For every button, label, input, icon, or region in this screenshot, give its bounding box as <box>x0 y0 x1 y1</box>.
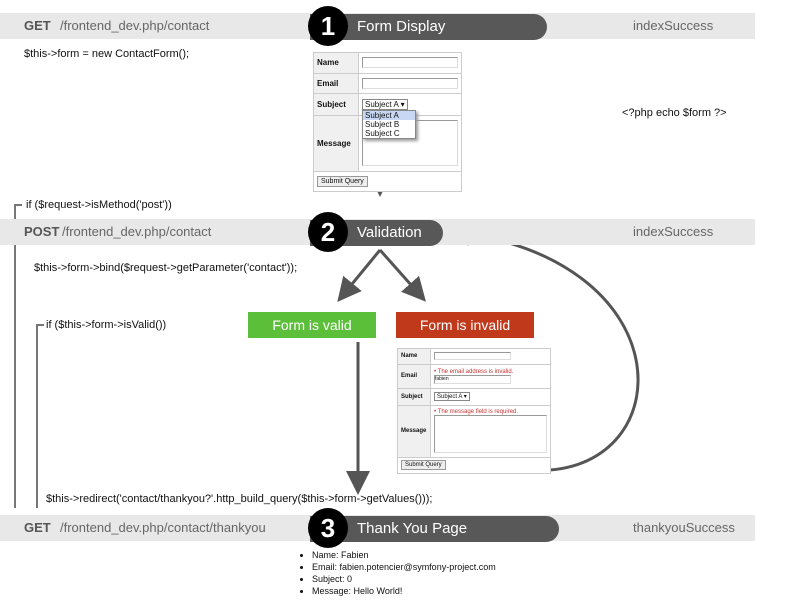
list-item: Email: fabien.potencier@symfony-project.… <box>312 561 496 573</box>
step-number: 3 <box>308 508 348 548</box>
message-label: Message <box>398 405 431 458</box>
step-3-pill: 3 Thank You Page <box>308 508 559 548</box>
step-1-pill: 1 Form Display <box>308 6 547 46</box>
code-new-form: $this->form = new ContactForm(); <box>24 48 190 60</box>
code-is-valid: if ($this->form->isValid()) <box>46 319 167 331</box>
subject-option[interactable]: Subject A <box>363 110 415 120</box>
http-method: GET <box>24 520 51 535</box>
contact-form-display: Name Email Subject Subject A ▾ Subject A … <box>313 52 462 192</box>
form-invalid-box: Form is invalid <box>396 312 534 338</box>
name-label: Name <box>314 53 359 74</box>
email-input[interactable]: fabien <box>434 374 511 384</box>
code-echo-form: <?php echo $form ?> <box>622 107 727 119</box>
url: /frontend_dev.php/contact <box>60 18 210 33</box>
email-error: The email address is invalid. <box>437 368 514 375</box>
email-input[interactable] <box>362 77 458 89</box>
code-is-post: if ($request->isMethod('post')) <box>26 199 172 211</box>
subject-value: Subject A <box>437 394 463 400</box>
submit-button[interactable]: Submit Query <box>401 460 446 471</box>
name-input[interactable] <box>434 352 511 361</box>
step-number: 2 <box>308 212 348 252</box>
email-label: Email <box>398 364 431 389</box>
subject-label: Subject <box>398 388 431 406</box>
thankyou-values-list: Name: Fabien Email: fabien.potencier@sym… <box>296 549 496 597</box>
code-redirect: $this->redirect('contact/thankyou?'.http… <box>46 493 433 505</box>
code-bind: $this->form->bind($request->getParameter… <box>34 262 298 274</box>
step-title: Validation <box>357 224 422 241</box>
step-title: Thank You Page <box>357 520 468 537</box>
template-name: thankyouSuccess <box>633 520 735 535</box>
http-method: POST <box>24 224 60 239</box>
email-label: Email <box>314 73 359 94</box>
form-valid-box: Form is valid <box>248 312 376 338</box>
step-2-pill: 2 Validation <box>308 212 443 252</box>
list-item: Name: Fabien <box>312 549 496 561</box>
subject-select[interactable]: Subject A ▾ <box>362 98 408 110</box>
subject-label: Subject <box>314 93 359 116</box>
subject-value: Subject A <box>365 99 399 109</box>
http-method: GET <box>24 18 51 33</box>
step-title: Form Display <box>357 18 446 35</box>
subject-dropdown: Subject A Subject B Subject C <box>362 109 416 139</box>
url: /frontend_dev.php/contact/thankyou <box>60 520 266 535</box>
message-error: The message field is required. <box>437 409 519 415</box>
template-name: indexSuccess <box>633 224 714 239</box>
name-input[interactable] <box>362 57 458 69</box>
submit-button[interactable]: Submit Query <box>317 175 368 187</box>
step-number: 1 <box>308 6 348 46</box>
template-name: indexSuccess <box>633 18 714 33</box>
contact-form-invalid: Name Email • The email address is invalid… <box>397 348 551 474</box>
message-label: Message <box>314 115 359 172</box>
name-label: Name <box>398 349 431 365</box>
list-item: Message: Hello World! <box>312 585 496 597</box>
subject-option[interactable]: Subject B <box>363 120 415 129</box>
url: /frontend_dev.php/contact <box>62 224 212 239</box>
list-item: Subject: 0 <box>312 573 496 585</box>
subject-select[interactable]: Subject A ▾ <box>434 392 470 401</box>
message-textarea[interactable] <box>434 415 547 453</box>
subject-option[interactable]: Subject C <box>363 129 415 138</box>
